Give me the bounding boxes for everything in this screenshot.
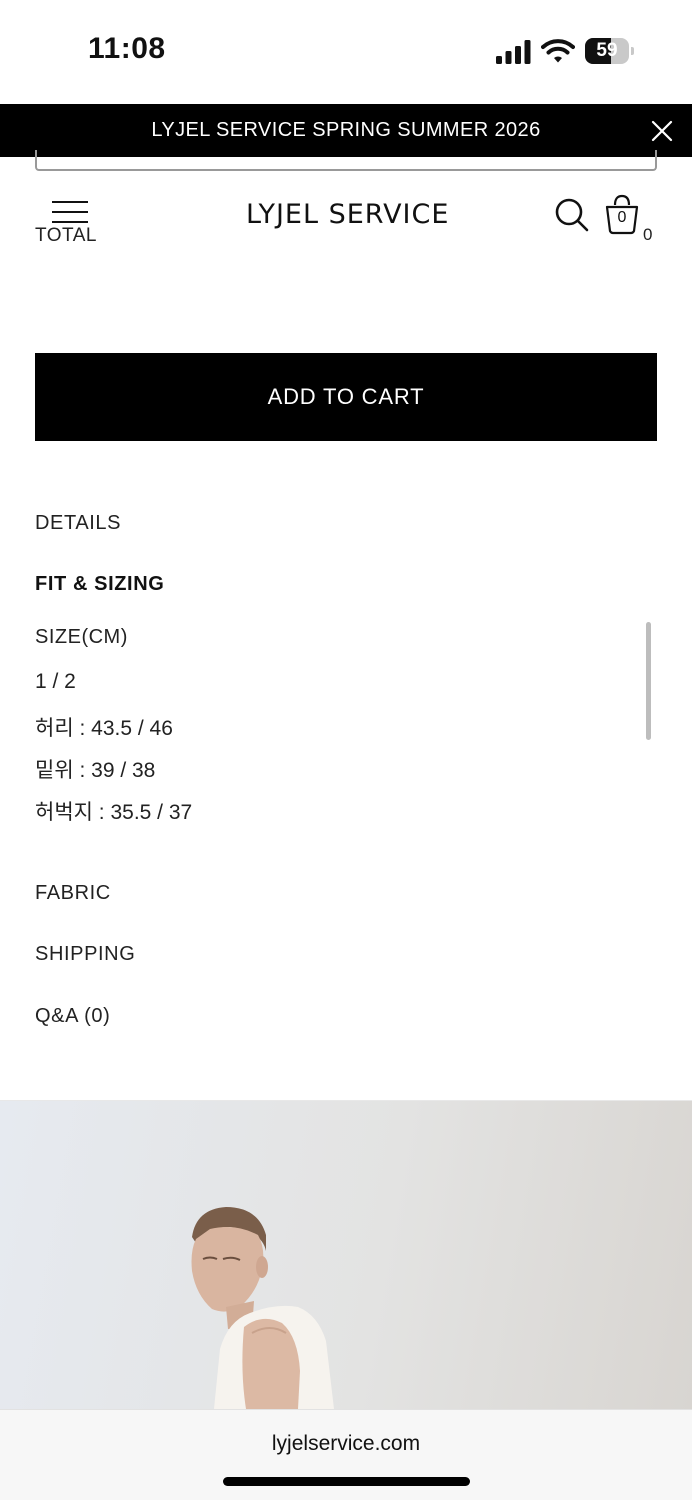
collapsed-panel-edge bbox=[35, 150, 657, 171]
accordion-shipping[interactable]: SHIPPING bbox=[35, 943, 135, 966]
accordion-details[interactable]: DETAILS bbox=[35, 512, 121, 535]
home-indicator[interactable] bbox=[223, 1477, 470, 1486]
site-header: TOTAL LYJEL SERVICE 0 0 bbox=[0, 171, 692, 261]
cart-badge: 0 bbox=[617, 209, 627, 226]
accordion-fit-sizing[interactable]: FIT & SIZING bbox=[35, 573, 164, 596]
content-scrollbar[interactable] bbox=[646, 622, 651, 740]
status-bar: 11:08 59 bbox=[0, 0, 692, 104]
model-figure bbox=[191, 1207, 334, 1409]
size-thigh: 허벅지 : 35.5 / 37 bbox=[35, 801, 193, 824]
bag-icon[interactable]: 0 bbox=[603, 193, 641, 235]
battery-icon: 59 bbox=[585, 38, 635, 64]
wifi-icon bbox=[541, 39, 575, 63]
size-header: SIZE(CM) bbox=[35, 626, 128, 648]
size-options: 1 / 2 bbox=[35, 670, 76, 693]
accordion-fabric[interactable]: FABRIC bbox=[35, 882, 111, 905]
search-icon[interactable] bbox=[554, 197, 590, 233]
add-to-cart-button[interactable]: ADD TO CART bbox=[35, 353, 657, 441]
status-time: 11:08 bbox=[88, 32, 166, 65]
size-waist: 허리 : 43.5 / 46 bbox=[35, 717, 173, 740]
total-label: TOTAL bbox=[35, 225, 97, 246]
accordion-qa[interactable]: Q&A (0) bbox=[35, 1005, 110, 1028]
product-photo bbox=[0, 1101, 692, 1409]
close-icon[interactable] bbox=[648, 117, 676, 145]
battery-percent: 59 bbox=[596, 40, 618, 61]
size-rise: 밑위 : 39 / 38 bbox=[35, 759, 156, 782]
browser-address-bar: lyjelservice.com bbox=[0, 1409, 692, 1500]
cart-count: 0 bbox=[643, 225, 653, 244]
brand-logo[interactable]: LYJEL SERVICE bbox=[246, 199, 449, 230]
menu-icon[interactable] bbox=[52, 199, 90, 225]
cellular-signal-icon bbox=[496, 40, 531, 64]
url-field[interactable]: lyjelservice.com bbox=[0, 1432, 692, 1456]
